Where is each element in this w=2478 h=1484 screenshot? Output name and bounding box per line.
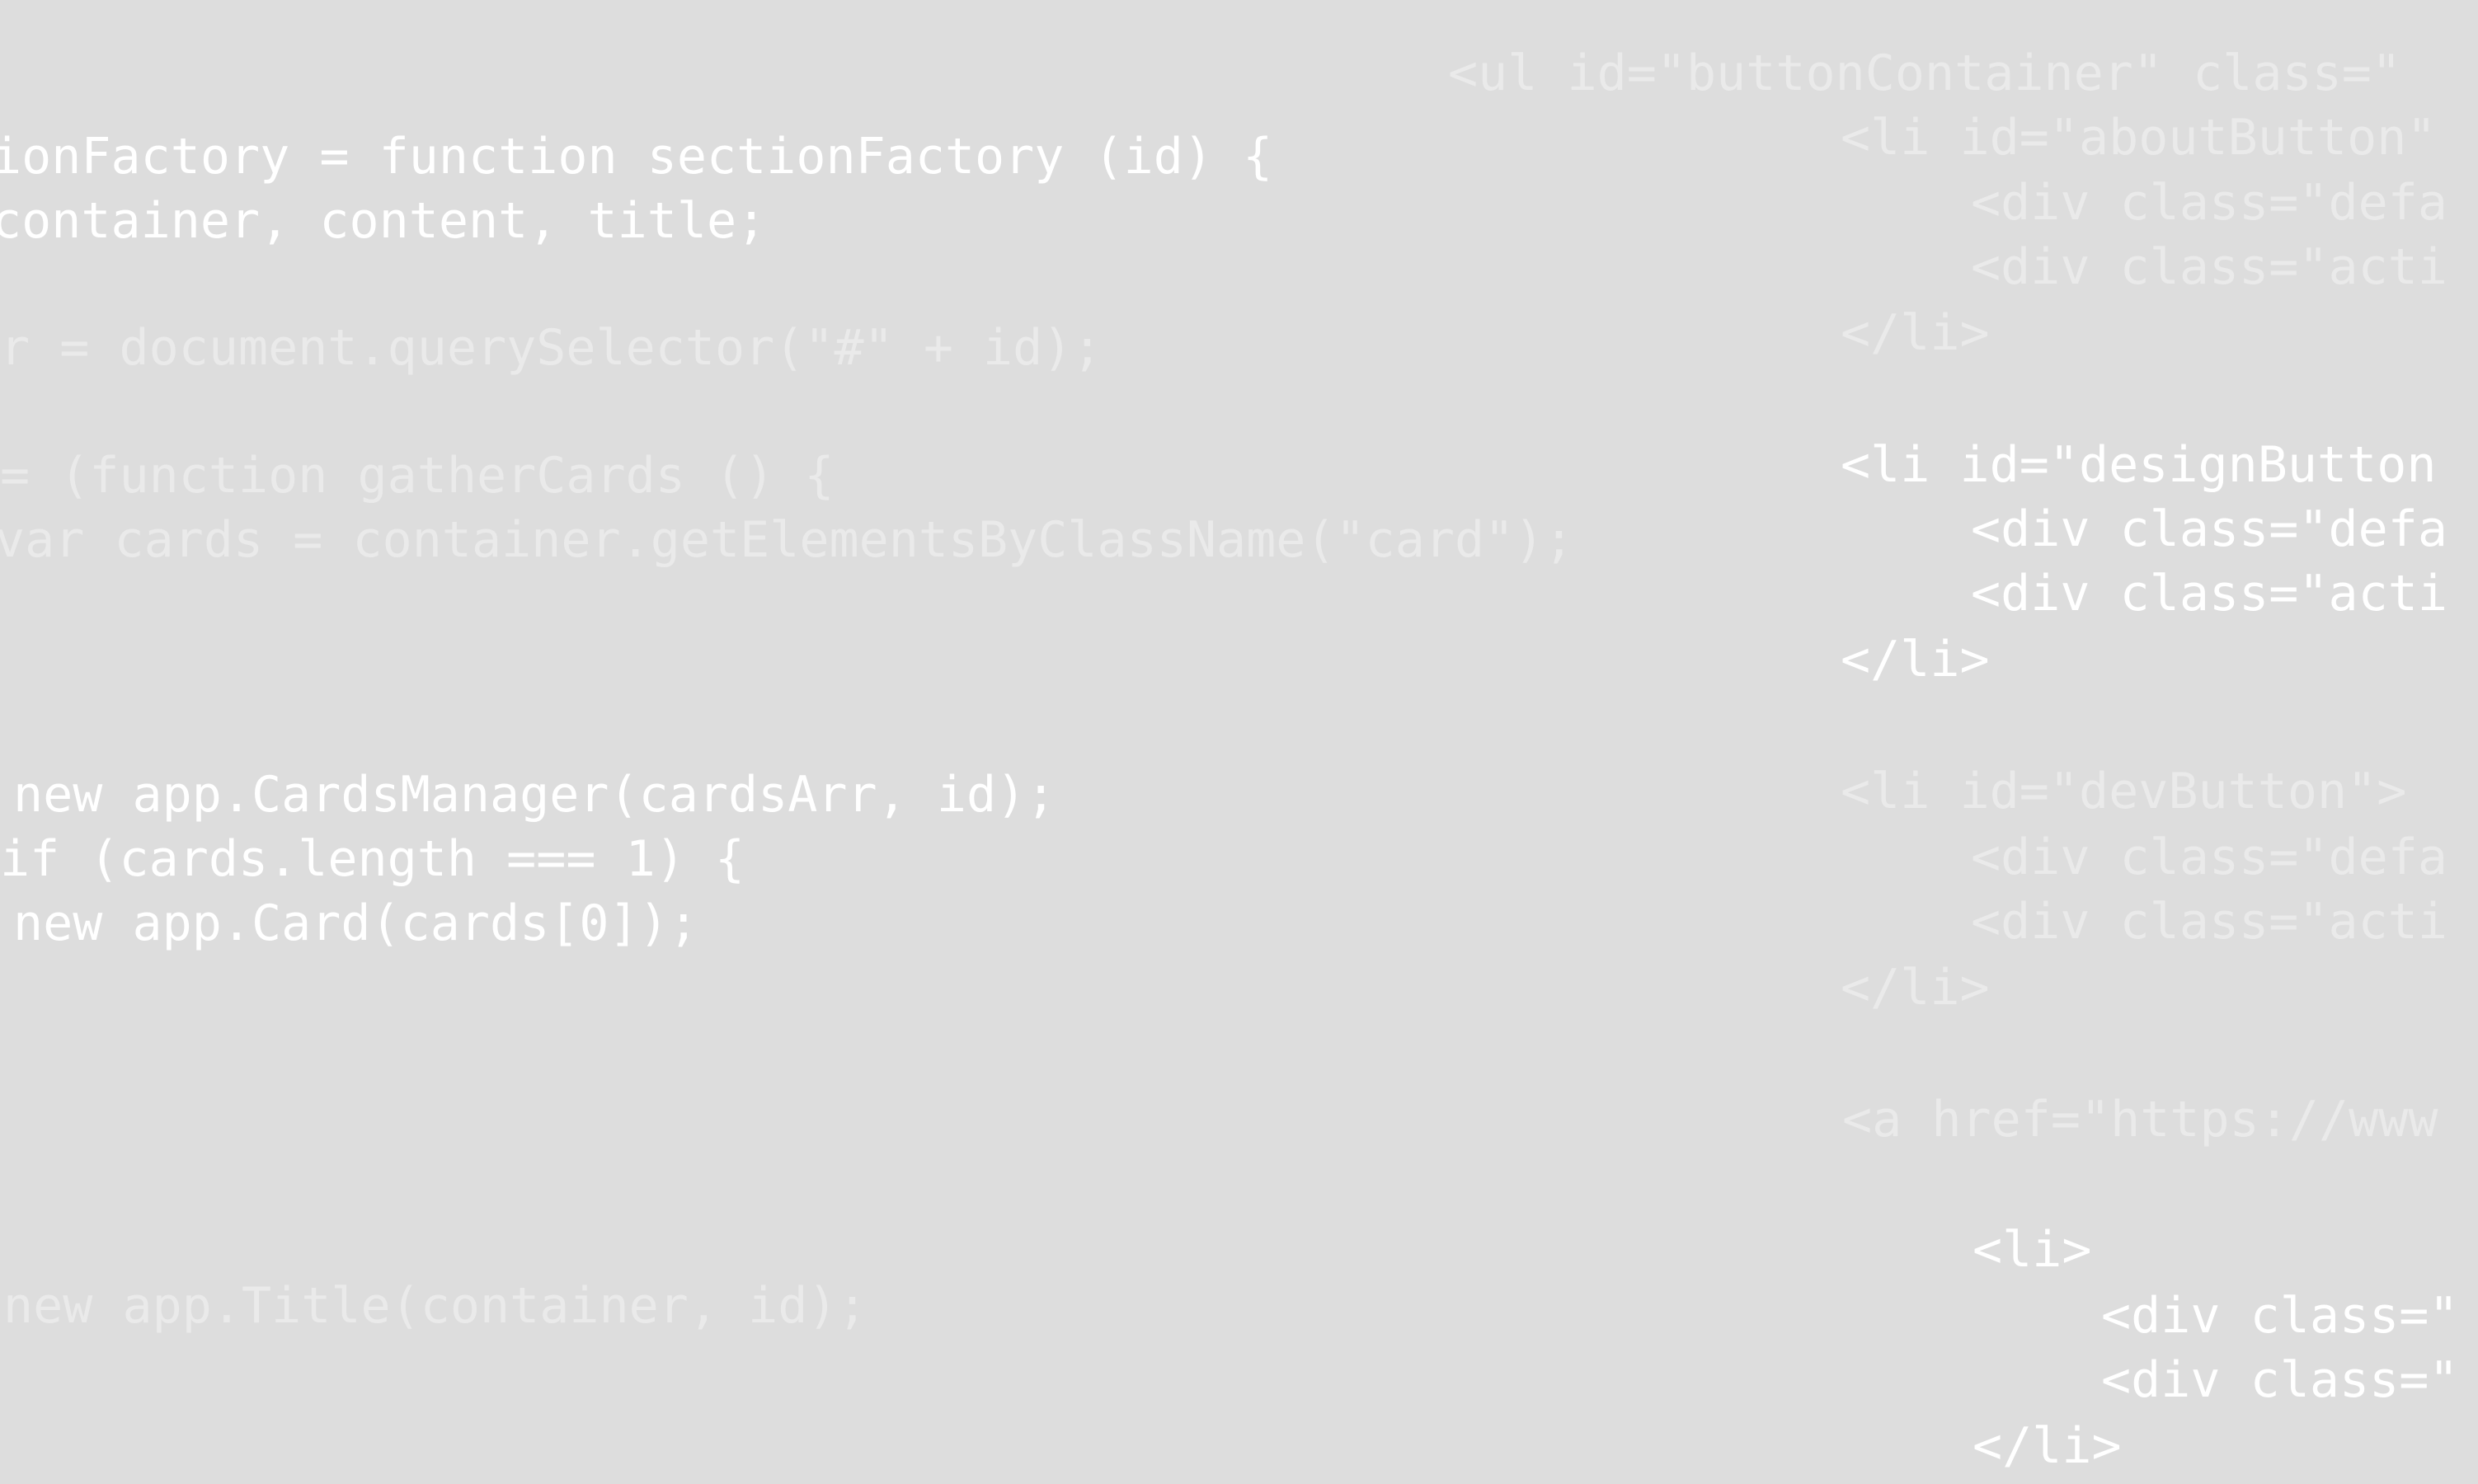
right-code-line-4: <div class="acti <box>1971 238 2447 296</box>
right-code-line-17: <div class=" <box>2101 1351 2459 1409</box>
right-code-line-15: <li> <box>1973 1221 2092 1279</box>
left-code-line-2: container, content, title; <box>0 192 767 250</box>
right-code-line-18: </li> <box>1973 1417 2122 1475</box>
right-code-line-10: <li id="devButton"> <box>1841 763 2407 820</box>
left-code-line-7: if (cards.length === 1) { <box>0 830 745 888</box>
right-code-line-5: </li> <box>1841 304 1990 362</box>
right-code-line-14: <a href="https://www <box>1842 1091 2438 1148</box>
left-code-line-9: new app.Title(container, id); <box>3 1277 868 1335</box>
right-code-line-12: <div class="acti <box>1971 893 2447 951</box>
right-code-line-1: <ul id="buttonContainer" class=" <box>1448 45 2401 102</box>
right-code-line-3: <div class="defa <box>1971 174 2447 232</box>
right-code-line-8: <div class="acti <box>1971 565 2447 622</box>
left-code-line-8: new app.Card(cards[0]); <box>13 895 698 952</box>
left-code-line-6: new app.CardsManager(cardsArr, id); <box>13 766 1056 824</box>
right-code-line-13: </li> <box>1841 959 1990 1017</box>
right-code-line-7: <div class="defa <box>1971 500 2447 558</box>
left-code-line-4: = (function gatherCards () { <box>0 447 835 505</box>
left-code-line-5: var cards = container.getElementsByClass… <box>0 511 1574 569</box>
right-code-line-2: <li id="aboutButton" <box>1841 109 2437 167</box>
right-code-line-16: <div class=" <box>2101 1287 2459 1345</box>
left-code-line-1: ionFactory = function sectionFactory (id… <box>0 128 1273 186</box>
right-code-line-6: <li id="designButton <box>1841 436 2437 494</box>
left-code-line-3: r = document.querySelector("#" + id); <box>0 319 1103 377</box>
right-code-line-11: <div class="defa <box>1971 829 2447 886</box>
right-code-line-9: </li> <box>1841 631 1990 688</box>
code-background: ionFactory = function sectionFactory (id… <box>0 0 2478 1484</box>
